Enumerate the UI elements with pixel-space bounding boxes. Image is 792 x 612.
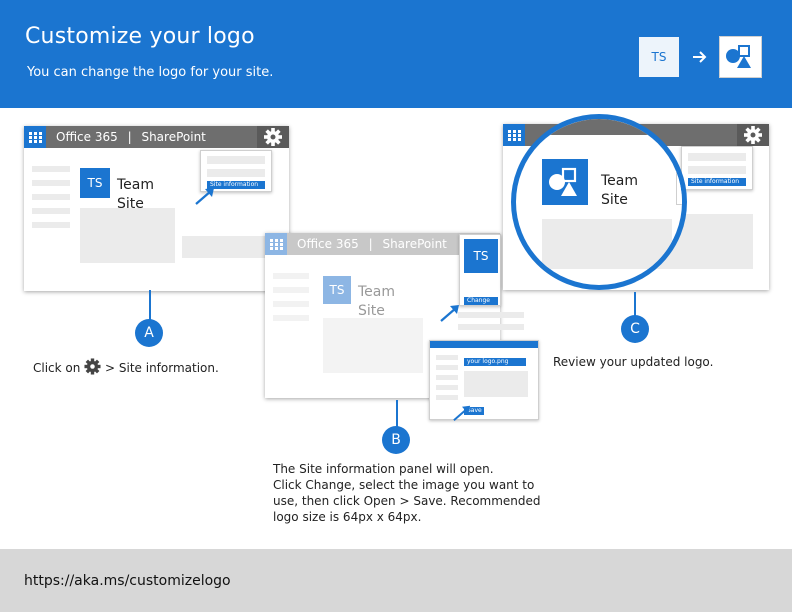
change-button[interactable]: Change xyxy=(464,297,498,305)
step-a-badge: A xyxy=(135,319,163,347)
suite-bar-title: Office 365 | SharePoint xyxy=(56,130,206,144)
settings-panel: Site information xyxy=(681,146,753,190)
site-logo-tile: TS xyxy=(80,168,110,198)
brand-label: Office 365 xyxy=(56,130,118,144)
magnifier-circle: Team Site xyxy=(511,114,687,290)
site-information-panel: TS Change xyxy=(459,234,501,306)
separator: | xyxy=(368,237,373,251)
mock-window-a: Office 365 | SharePoint TS Team Site Sit… xyxy=(24,126,289,291)
step-a-text: Click on > Site information. xyxy=(33,358,219,376)
site-information-button[interactable]: Site information xyxy=(688,178,746,186)
pointer-arrow-icon xyxy=(440,305,459,322)
gear-icon xyxy=(744,126,762,144)
suite-bar-title: Office 365 | SharePoint xyxy=(297,237,447,251)
updated-site-logo xyxy=(542,159,588,205)
site-title: Team Site xyxy=(601,173,639,208)
logo-shapes-icon xyxy=(549,167,577,196)
pointer-arrow-icon xyxy=(453,405,471,421)
waffle-icon[interactable] xyxy=(24,126,46,148)
page-title: Customize your logo xyxy=(25,24,255,49)
step-b-badge: B xyxy=(382,426,410,454)
file-name-bar: your logo.png xyxy=(464,358,526,366)
settings-button[interactable] xyxy=(737,124,769,146)
suite-bar: Office 365 | SharePoint xyxy=(24,126,289,148)
site-title: Team Site xyxy=(358,284,396,319)
gear-icon xyxy=(264,128,282,146)
step-c-badge: C xyxy=(621,315,649,343)
arrow-right-icon xyxy=(693,51,707,63)
settings-button[interactable] xyxy=(257,126,289,148)
product-label: SharePoint xyxy=(382,237,447,251)
step-b-text: The Site information panel will open. Cl… xyxy=(273,462,541,524)
separator: | xyxy=(127,130,132,144)
file-picker-dialog: your logo.png Save xyxy=(429,340,539,420)
new-logo-tile xyxy=(719,36,762,78)
logo-shapes-icon xyxy=(726,45,751,68)
old-logo-tile: TS xyxy=(639,37,679,77)
brand-label: Office 365 xyxy=(297,237,359,251)
step-c-text: Review your updated logo. xyxy=(553,355,714,369)
page-subtitle: You can change the logo for your site. xyxy=(27,65,274,80)
pointer-arrow-icon xyxy=(195,188,214,205)
product-label: SharePoint xyxy=(141,130,206,144)
gear-icon xyxy=(84,358,101,375)
site-logo-tile: TS xyxy=(323,276,351,304)
waffle-icon[interactable] xyxy=(265,233,287,255)
panel-logo-tile: TS xyxy=(464,239,498,273)
help-link[interactable]: https://aka.ms/customizelogo xyxy=(24,573,231,589)
